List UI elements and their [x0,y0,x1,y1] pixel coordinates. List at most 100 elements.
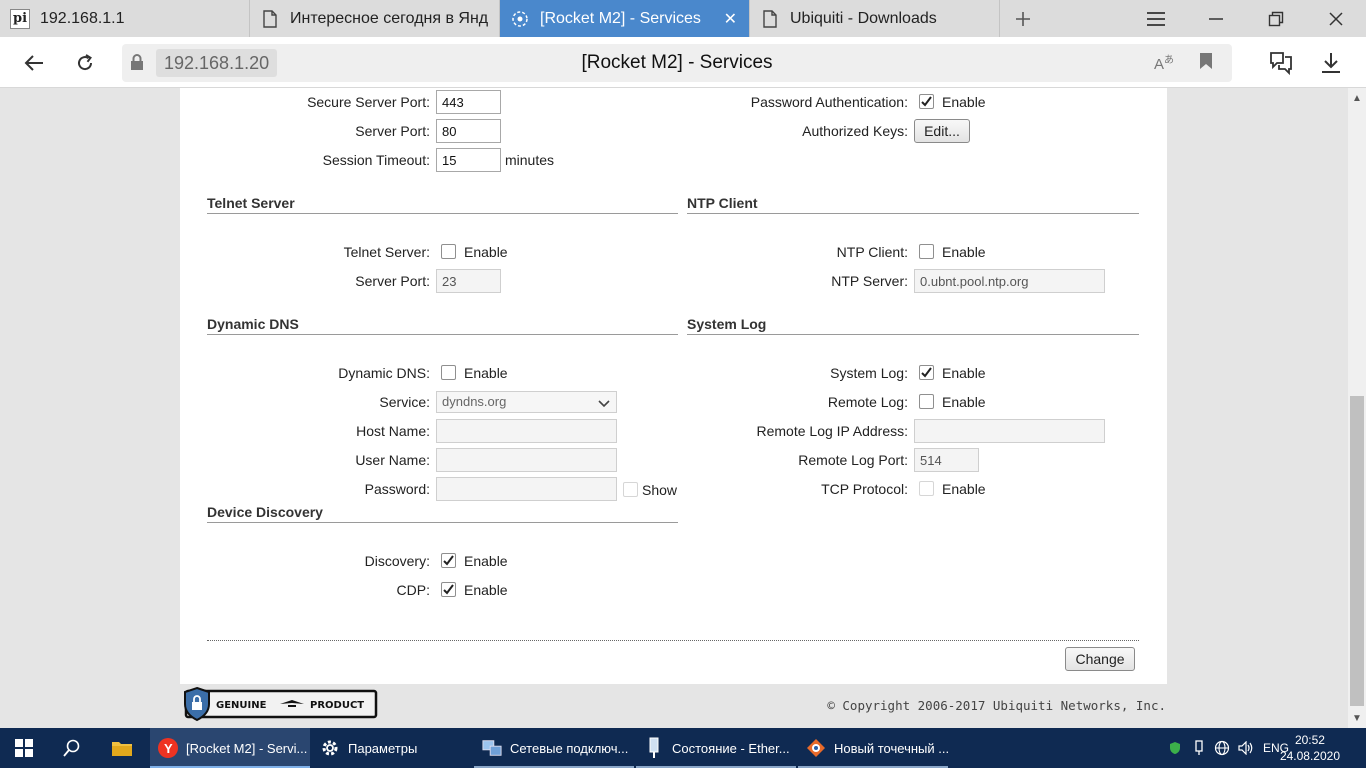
yandex-browser-icon: Y [158,738,178,758]
restore-button[interactable] [1246,0,1306,37]
plus-icon [1016,11,1030,26]
discovery-enable-label: Enable [464,553,508,569]
authorized-keys-edit-button[interactable]: Edit... [914,119,970,143]
genuine-product-badge: GENUINE PRODUCT [184,686,378,722]
system-clock[interactable]: 20:52 24.08.2020 [1280,732,1340,764]
ntp-server-label: NTP Server: [831,273,908,289]
device-discovery-title: Device Discovery [207,504,323,520]
server-port-input[interactable] [436,119,501,143]
session-timeout-input[interactable] [436,148,501,172]
password-authentication-checkbox[interactable] [919,94,934,109]
scrollbar-thumb[interactable] [1350,396,1364,706]
remote-log-port-input[interactable] [914,448,979,472]
remote-log-ip-input[interactable] [914,419,1105,443]
arrow-left-icon [24,55,43,71]
secure-server-port-label: Secure Server Port: [307,94,430,110]
form-bottom-divider [207,640,1139,641]
taskbar-app-ethernet-status[interactable]: Состояние - Ether... [636,728,796,768]
tab-192-168-1-1[interactable]: pi 192.168.1.1 [0,0,250,37]
browser-menu-button[interactable] [1126,0,1186,37]
bookmark-icon[interactable] [1199,52,1213,73]
tab-label: [Rocket M2] - Services [540,9,701,27]
taskbar-app-label: Новый точечный ... [834,740,948,756]
tab-ubiquiti-downloads[interactable]: Ubiquiti - Downloads [750,0,1000,37]
ddns-user-name-label: User Name: [355,452,430,468]
discovery-checkbox[interactable] [441,553,456,568]
taskbar-app-settings[interactable]: Параметры [312,728,472,768]
new-tab-button[interactable] [1000,0,1046,37]
clock-time: 20:52 [1294,733,1325,747]
scroll-up-arrow-icon[interactable]: ▲ [1352,93,1362,104]
protect-icon [1270,52,1292,76]
ddns-show-password-checkbox[interactable] [623,482,638,497]
back-button[interactable] [16,45,52,81]
gear-icon [320,738,340,758]
cdp-checkbox[interactable] [441,582,456,597]
close-icon[interactable]: ✕ [724,9,737,29]
tab-label: Интересное сегодня в Янд [290,9,489,27]
ddns-host-name-label: Host Name: [356,423,430,439]
system-log-enable-label: Enable [942,365,986,381]
section-divider [687,334,1139,335]
hamburger-icon [1147,11,1165,26]
badge-product-text: PRODUCT [310,700,364,711]
start-button[interactable] [0,728,48,768]
change-button[interactable]: Change [1065,647,1135,671]
minimize-button[interactable] [1186,0,1246,37]
checkmark-icon [443,555,454,566]
file-explorer-button[interactable] [98,728,146,768]
page-title: [Rocket M2] - Services [581,52,773,73]
dynamic-dns-checkbox[interactable] [441,365,456,380]
scroll-down-arrow-icon[interactable]: ▼ [1352,713,1362,724]
authorized-keys-label: Authorized Keys: [802,123,908,139]
windows-taskbar: Y [Rocket M2] - Servi... Параметры Сетев… [0,728,1366,768]
secure-server-port-input[interactable] [436,90,501,114]
url-host[interactable]: 192.168.1.20 [156,49,278,77]
taskbar-app-browser[interactable]: Y [Rocket M2] - Servi... [150,728,310,768]
ddns-service-value: dyndns.org [442,394,507,409]
copyright-text: © Copyright 2006-2017 Ubiquiti Networks,… [827,698,1166,713]
restore-icon [1268,11,1284,26]
ntp-server-input[interactable] [914,269,1105,293]
reload-button[interactable] [67,45,103,81]
search-icon [63,739,80,757]
remote-log-label: Remote Log: [827,394,908,410]
downloads-button[interactable] [1314,46,1348,80]
close-icon [1329,11,1343,26]
network-globe-icon[interactable] [1212,728,1232,768]
address-bar[interactable]: 192.168.1.20 [Rocket M2] - Services Aあ [122,44,1232,82]
extensions-button[interactable] [1264,46,1298,80]
taskbar-app-label: Параметры [348,740,418,756]
download-icon [1322,53,1340,73]
svg-text:A: A [1154,56,1164,72]
system-log-checkbox[interactable] [919,365,934,380]
translate-icon[interactable]: Aあ [1154,52,1176,75]
tab-rocket-m2-services[interactable]: [Rocket M2] - Services ✕ [500,0,750,37]
telnet-server-checkbox[interactable] [441,244,456,259]
ddns-password-input[interactable] [436,477,617,501]
vertical-scrollbar[interactable]: ▲ ▼ [1348,88,1366,728]
ddns-user-name-input[interactable] [436,448,617,472]
defender-shield-icon[interactable] [1166,728,1184,768]
taskbar-app-image-editor[interactable]: Новый точечный ... [798,728,948,768]
close-window-button[interactable] [1306,0,1366,37]
usb-device-icon[interactable] [1190,728,1208,768]
ntp-client-checkbox[interactable] [919,244,934,259]
taskbar-app-network-connections[interactable]: Сетевые подключ... [474,728,634,768]
ntp-client-enable-label: Enable [942,244,986,260]
windows-logo-icon [15,739,33,757]
checkmark-icon [921,96,932,107]
telnet-port-input[interactable] [436,269,501,293]
volume-icon[interactable] [1236,728,1256,768]
taskbar-search-button[interactable] [48,728,96,768]
folder-icon [112,742,132,756]
ntp-client-title: NTP Client [687,195,758,211]
lock-icon [130,54,144,74]
tcp-protocol-checkbox[interactable] [919,481,934,496]
remote-log-checkbox[interactable] [919,394,934,409]
telnet-server-label: Telnet Server: [343,244,430,260]
ddns-service-select[interactable]: dyndns.org [436,391,617,413]
session-timeout-label: Session Timeout: [322,152,430,168]
ddns-host-name-input[interactable] [436,419,617,443]
tab-yandex-interesting[interactable]: Интересное сегодня в Янд [250,0,500,37]
